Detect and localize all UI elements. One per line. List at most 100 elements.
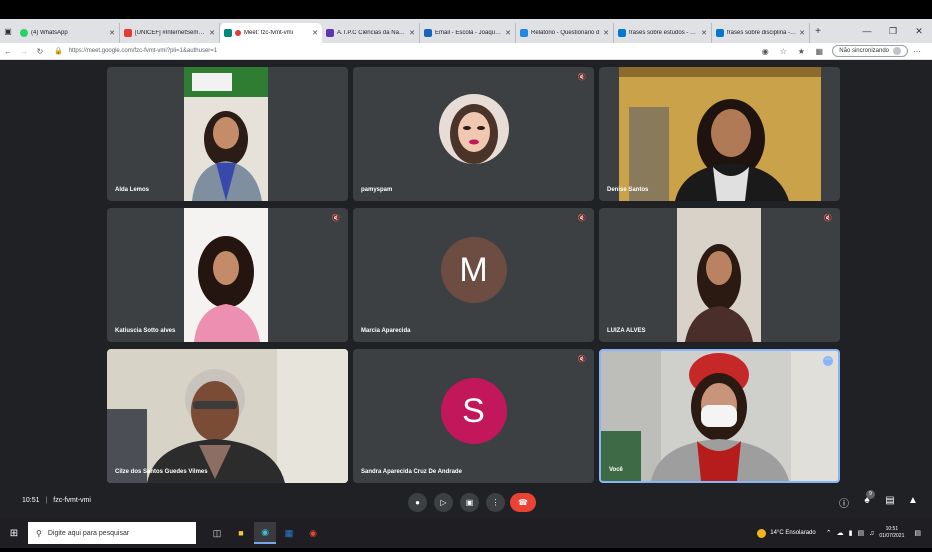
participant-tile-self[interactable]: ⋯ Você — [599, 349, 840, 483]
tab-email[interactable]: Email - Escola - Joaquim F ✕ — [420, 23, 516, 43]
file-explorer-icon[interactable]: ■ — [230, 522, 252, 544]
camera-button[interactable]: ▷ — [434, 493, 453, 512]
tab-title: frases sobre estudos - Bin — [629, 30, 699, 36]
cloud-icon[interactable]: ☁ — [837, 529, 844, 537]
close-tab-icon[interactable]: ✕ — [312, 29, 318, 37]
tab-atpc[interactable]: A.T.P.C Ciências da Natureza ✕ — [322, 23, 420, 43]
chat-icon[interactable]: ▤ — [883, 495, 897, 509]
camera-icon: ▷ — [440, 498, 447, 507]
chrome-icon[interactable]: ◉ — [302, 522, 324, 544]
close-tab-icon[interactable]: ✕ — [209, 29, 215, 37]
muted-mic-icon: 🔇 — [577, 356, 587, 363]
recording-dot-icon — [235, 30, 241, 36]
sync-status-button[interactable]: Não sincronizando — [832, 45, 908, 57]
participant-tile-marcia[interactable]: 🔇 M Marcia Aparecida — [353, 208, 594, 342]
tab-title: Email - Escola - Joaquim F — [435, 30, 503, 36]
close-tab-icon[interactable]: ✕ — [409, 29, 415, 37]
participant-name: Marcia Aparecida — [361, 328, 411, 334]
participant-video — [184, 208, 268, 342]
reload-icon[interactable]: ↻ — [32, 47, 48, 56]
tab-relatorio[interactable]: Relatório - Questionário d ✕ — [516, 23, 614, 43]
close-tab-icon[interactable]: ✕ — [701, 29, 707, 37]
tab-title: frases sobre disciplina - Bi — [727, 30, 797, 36]
url-field[interactable]: 🔒 https://meet.google.com/fzc-fvmt-vmi?p… — [54, 47, 756, 55]
tab-bing-disciplina[interactable]: frases sobre disciplina - Bi ✕ — [712, 23, 810, 43]
participant-initial-avatar: S — [440, 378, 507, 444]
window-controls: — ❐ ✕ — [854, 26, 932, 37]
close-tab-icon[interactable]: ✕ — [505, 29, 511, 37]
tab-title: Relatório - Questionário d — [531, 30, 600, 36]
muted-mic-icon: 🔇 — [331, 215, 341, 222]
close-window-icon[interactable]: ✕ — [906, 26, 932, 37]
browser-tab-bar: ▣ (4) WhatsApp ✕ [UNICEF] #InternetSemVi… — [0, 19, 932, 43]
more-options-button[interactable]: ⋮ — [486, 493, 505, 512]
top-black-bar — [0, 0, 932, 19]
more-vert-icon: ⋮ — [491, 498, 500, 507]
tab-unicef[interactable]: [UNICEF] #InternetSemVio ✕ — [120, 23, 220, 43]
separator: | — [45, 497, 48, 504]
task-view-icon[interactable]: ◫ — [206, 522, 228, 544]
participant-tile-alda[interactable]: Alda Lemos — [107, 67, 348, 201]
tab-title: A.T.P.C Ciências da Natureza — [337, 30, 406, 36]
participant-name: Sandra Aparecida Cruz De Andrade — [361, 469, 462, 475]
participant-tile-cilze[interactable]: Cilze dos Santos Guedes Vilmes — [107, 349, 348, 483]
close-tab-icon[interactable]: ✕ — [799, 29, 805, 37]
participant-tile-denise[interactable]: Denise Santos — [599, 67, 840, 201]
present-screen-button[interactable]: ▣ — [460, 493, 479, 512]
microphone-button[interactable]: ● — [408, 493, 427, 512]
close-tab-icon[interactable]: ✕ — [603, 29, 609, 37]
participant-tile-sandra[interactable]: 🔇 S Sandra Aparecida Cruz De Andrade — [353, 349, 594, 483]
weather-widget[interactable]: 14°C Ensolarado — [757, 528, 816, 538]
show-hidden-icons-icon[interactable]: ⌃ — [826, 529, 832, 537]
minimize-icon[interactable]: — — [854, 26, 880, 37]
participant-tile-luiza[interactable]: 🔇 LUIZA ALVES — [599, 208, 840, 342]
back-icon[interactable]: ← — [0, 47, 16, 56]
tab-whatsapp[interactable]: (4) WhatsApp ✕ — [16, 23, 120, 43]
network-icon[interactable]: ▤ — [857, 529, 864, 537]
favorite-icon[interactable]: ☆ — [774, 47, 792, 56]
word-icon[interactable]: ▦ — [278, 522, 300, 544]
participant-tile-katiuscia[interactable]: 🔇 Katiuscia Sotto alves — [107, 208, 348, 342]
notifications-icon[interactable]: ▤ — [914, 529, 921, 537]
bing-icon — [618, 29, 626, 37]
windows-start-icon[interactable]: ⊞ — [0, 528, 28, 539]
tab-meet[interactable]: Meet: fzc-fvmt-vmi ✕ — [220, 23, 322, 43]
profile-avatar — [893, 47, 901, 55]
maximize-icon[interactable]: ❐ — [880, 26, 906, 37]
tab-bing-estudos[interactable]: frases sobre estudos - Bin ✕ — [614, 23, 712, 43]
close-tab-icon[interactable]: ✕ — [109, 29, 115, 37]
address-bar: ← → ↻ 🔒 https://meet.google.com/fzc-fvmt… — [0, 43, 932, 60]
meeting-info-icon[interactable]: ⓘ — [837, 495, 851, 510]
system-tray: 14°C Ensolarado ⌃ ☁ ▮ ▤ ♫ 10:51 01/07/20… — [757, 526, 926, 540]
leave-call-button[interactable]: ☎ — [510, 493, 536, 512]
forward-icon[interactable]: → — [16, 47, 32, 56]
camera-permission-icon[interactable]: ◉ — [756, 47, 774, 56]
taskbar-search-box[interactable]: ⚲ Digite aqui para pesquisar — [28, 522, 196, 544]
collections-icon[interactable]: ▦ — [810, 47, 828, 56]
youtube-icon — [124, 29, 132, 37]
participant-video — [677, 208, 761, 342]
address-bar-actions: ◉ ☆ ★ ▦ Não sincronizando ⋯ — [756, 45, 926, 57]
favorites-list-icon[interactable]: ★ — [792, 47, 810, 56]
taskbar-clock[interactable]: 10:51 01/07/2021 — [879, 526, 904, 540]
battery-icon[interactable]: ▮ — [849, 529, 853, 537]
more-options-icon[interactable]: ⋯ — [823, 356, 833, 366]
tab-actions-icon[interactable]: ▣ — [0, 19, 16, 43]
edge-browser-icon[interactable]: ◉ — [254, 522, 276, 544]
volume-icon[interactable]: ♫ — [869, 530, 874, 537]
microphone-icon: ● — [415, 498, 420, 507]
lock-icon: 🔒 — [54, 48, 63, 55]
end-call-icon: ☎ — [518, 498, 528, 507]
search-icon: ⚲ — [36, 528, 42, 538]
more-options-icon[interactable]: ⋯ — [908, 47, 926, 56]
meet-icon — [224, 29, 232, 37]
taskbar-apps: ◫ ■ ◉ ▦ ◉ — [206, 522, 326, 544]
people-icon[interactable]: ♠ 9 — [860, 490, 875, 509]
activities-icon[interactable]: ▲ — [906, 495, 920, 509]
present-icon: ▣ — [465, 498, 474, 507]
meet-control-bar: 10:51 | fzc-fvmt-vmi ● ▷ ▣ ⋮ ☎ ⓘ ♠ 9 ▤ ▲ — [0, 486, 932, 518]
participant-tile-pamyspam[interactable]: 🔇 pamyspam — [353, 67, 594, 201]
whatsapp-icon — [20, 29, 28, 37]
new-tab-button[interactable]: + — [810, 26, 826, 37]
participant-count-badge: 9 — [866, 490, 875, 499]
